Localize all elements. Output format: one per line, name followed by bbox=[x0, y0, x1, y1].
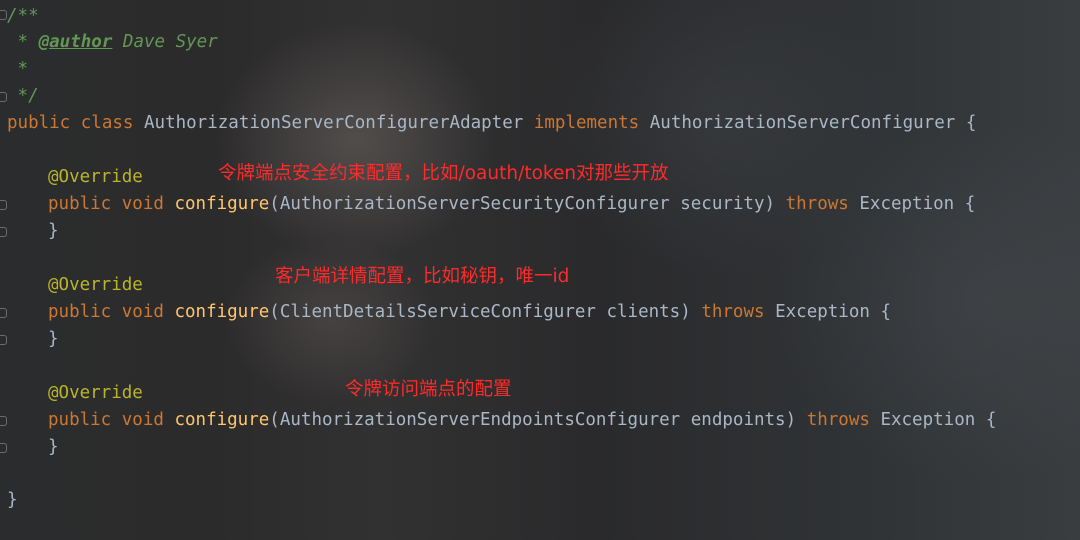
override-annotation[interactable]: @Override bbox=[48, 380, 143, 406]
note-token-endpoint-security: 令牌端点安全约束配置，比如/oauth/token对那些开放 bbox=[218, 163, 669, 184]
param-name[interactable]: clients bbox=[606, 302, 680, 322]
method-name[interactable]: configure bbox=[174, 302, 269, 322]
param-type[interactable]: ClientDetailsServiceConfigurer bbox=[280, 302, 596, 322]
param-type[interactable]: AuthorizationServerSecurityConfigurer bbox=[280, 194, 670, 214]
exception-type[interactable]: Exception bbox=[880, 410, 975, 430]
method-signature[interactable]: public void configure(ClientDetailsServi… bbox=[48, 299, 891, 325]
doc-comment-empty-line[interactable]: * bbox=[7, 56, 29, 82]
method-name[interactable]: configure bbox=[174, 410, 269, 430]
note-client-details: 客户端详情配置，比如秘钥，唯一id bbox=[275, 266, 570, 287]
param-name[interactable]: security bbox=[680, 194, 764, 214]
method-name[interactable]: configure bbox=[174, 194, 269, 214]
author-name: Dave Syer bbox=[112, 32, 218, 52]
method-signature[interactable]: public void configure(AuthorizationServe… bbox=[48, 407, 996, 433]
author-tag[interactable]: @author bbox=[39, 32, 113, 52]
class-declaration[interactable]: public class AuthorizationServerConfigur… bbox=[7, 110, 976, 136]
method-close-brace[interactable]: } bbox=[48, 326, 59, 352]
method-close-brace[interactable]: } bbox=[48, 434, 59, 460]
method-signature[interactable]: public void configure(AuthorizationServe… bbox=[48, 191, 975, 217]
note-token-endpoints: 令牌访问端点的配置 bbox=[345, 379, 512, 400]
code-editor[interactable]: /** * @author Dave Syer * */ public clas… bbox=[0, 0, 1080, 540]
exception-type[interactable]: Exception bbox=[775, 302, 870, 322]
class-name[interactable]: AuthorizationServerConfigurerAdapter bbox=[144, 113, 523, 133]
class-close-brace[interactable]: } bbox=[7, 487, 18, 513]
override-annotation[interactable]: @Override bbox=[48, 272, 143, 298]
exception-type[interactable]: Exception bbox=[859, 194, 954, 214]
override-annotation[interactable]: @Override bbox=[48, 164, 143, 190]
param-type[interactable]: AuthorizationServerEndpointsConfigurer bbox=[280, 410, 680, 430]
doc-comment-open[interactable]: /** bbox=[7, 3, 39, 29]
interface-name[interactable]: AuthorizationServerConfigurer bbox=[650, 113, 956, 133]
param-name[interactable]: endpoints bbox=[691, 410, 786, 430]
doc-comment-close[interactable]: */ bbox=[7, 83, 39, 109]
method-close-brace[interactable]: } bbox=[48, 218, 59, 244]
doc-comment-author-line[interactable]: * @author Dave Syer bbox=[7, 29, 218, 55]
